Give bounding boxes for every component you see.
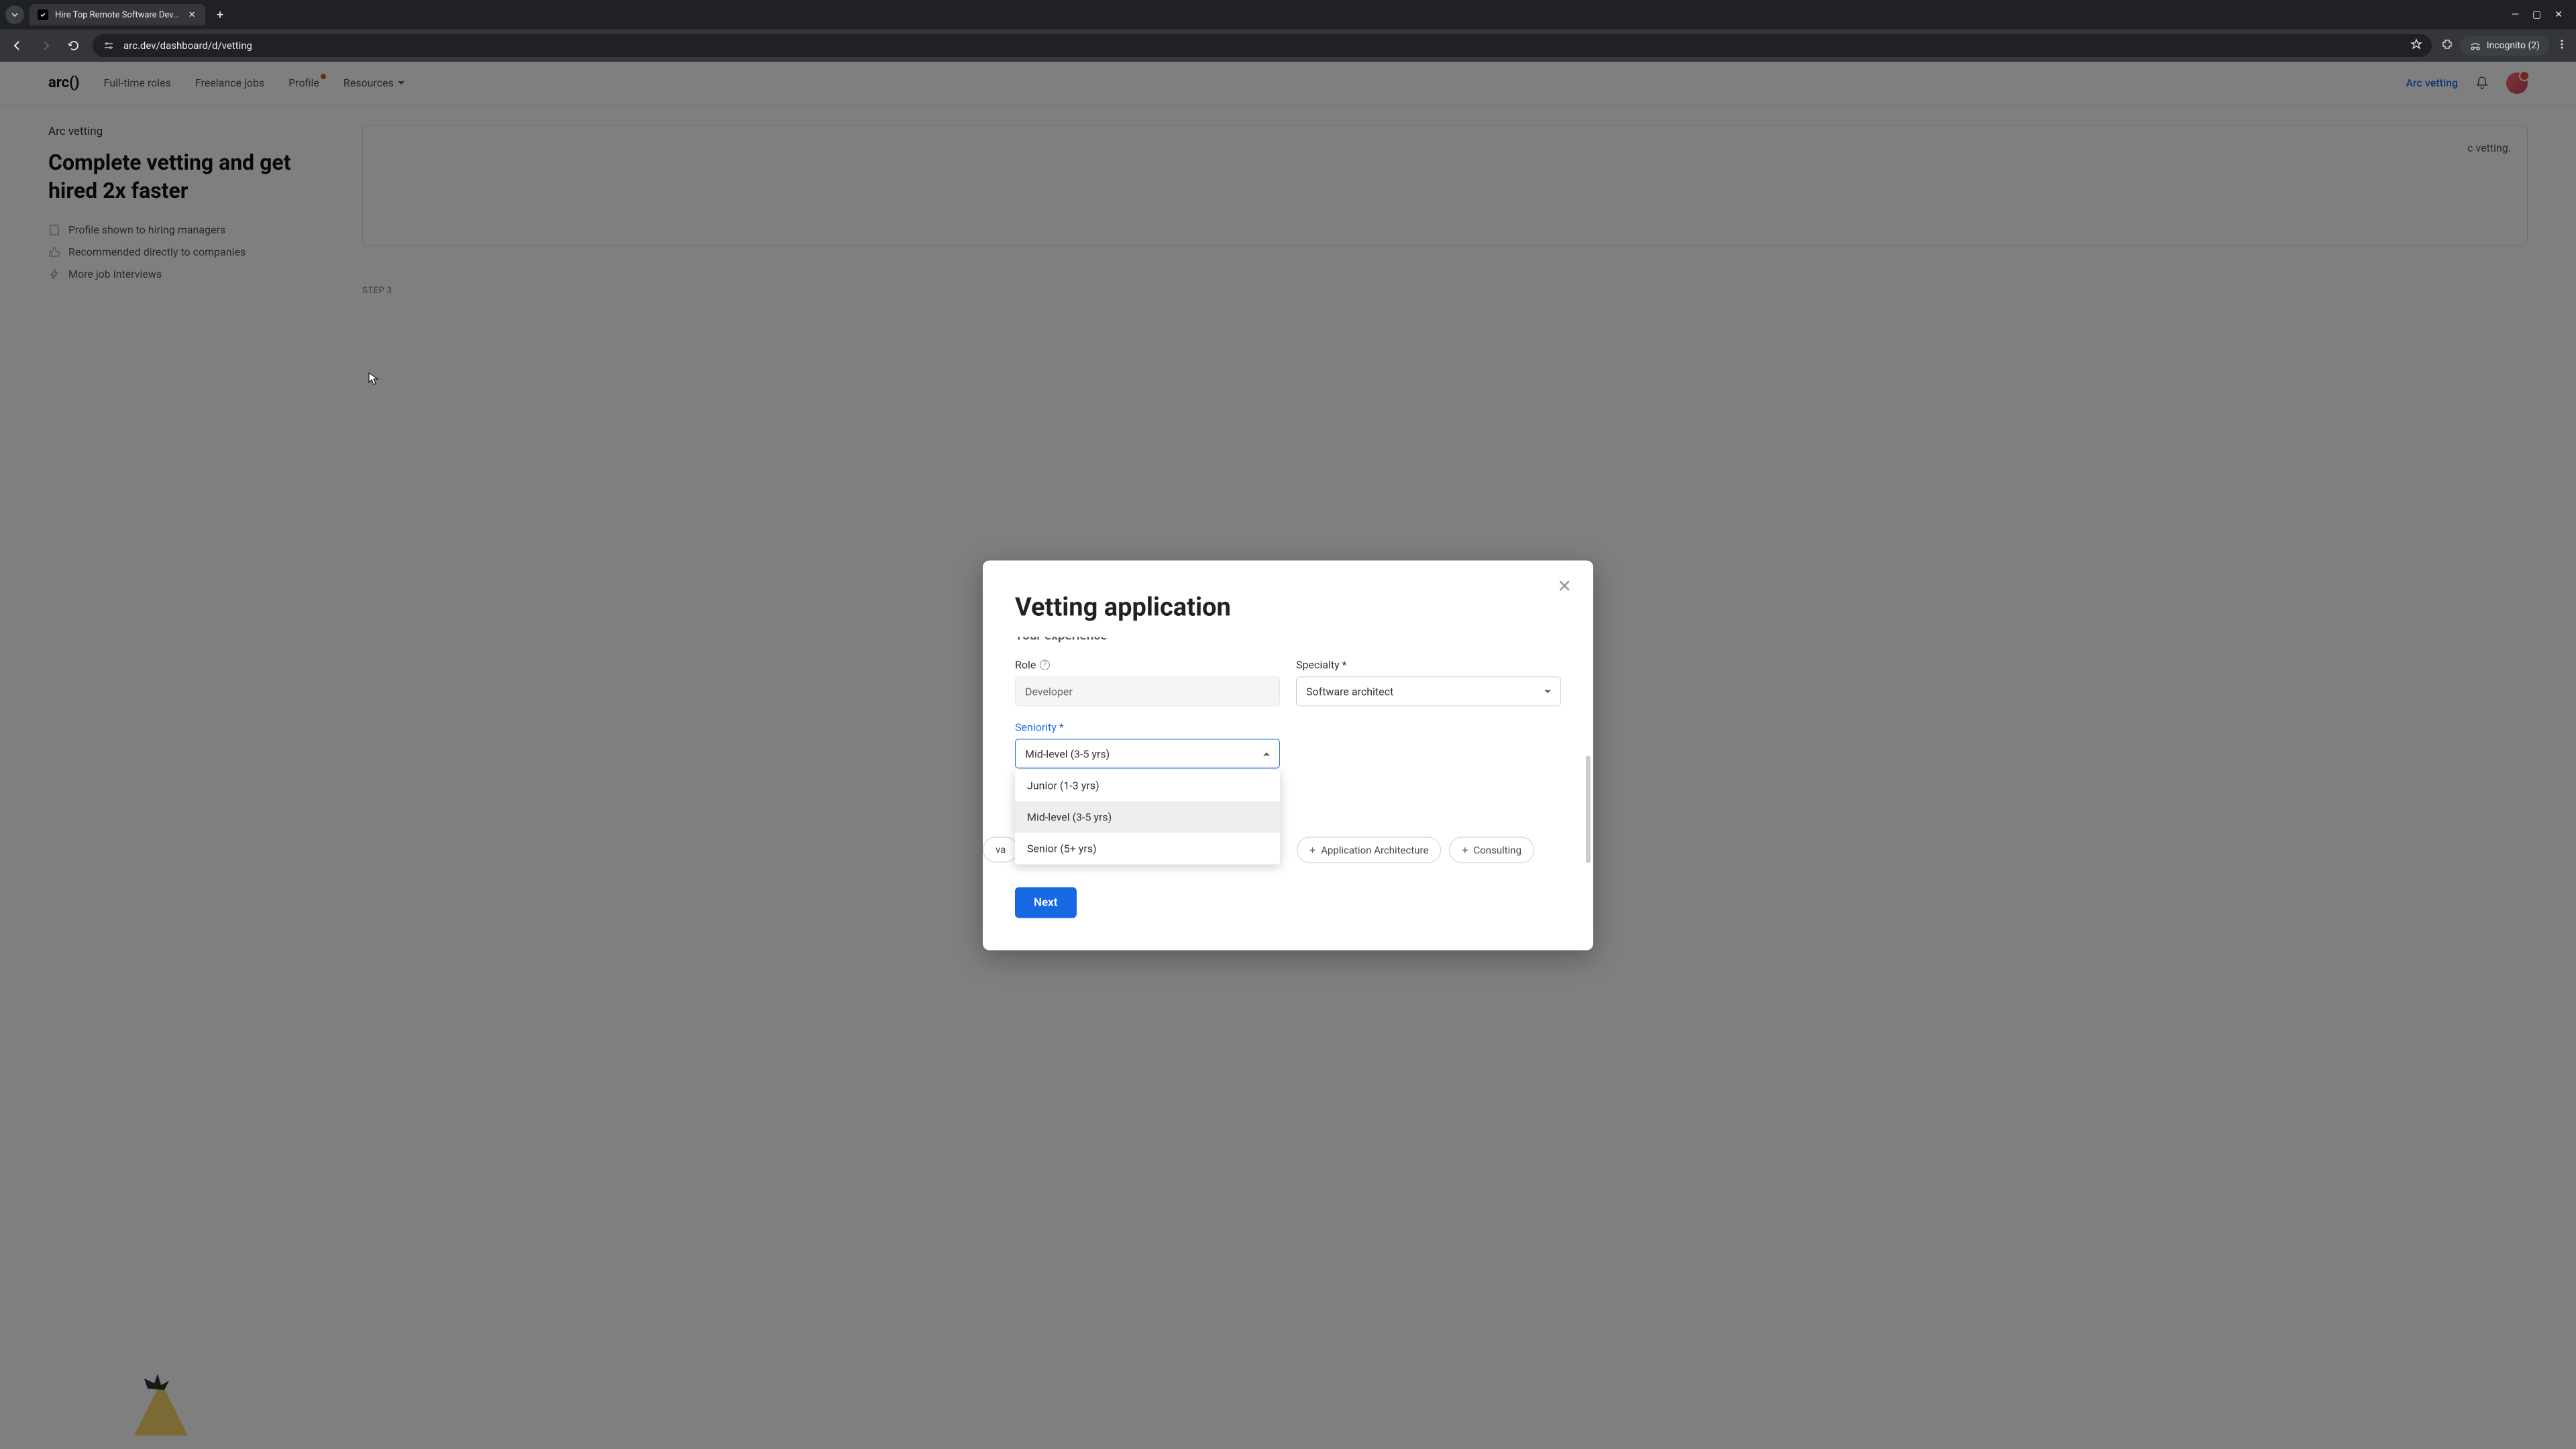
browser-chrome: Hire Top Remote Software Dev... ✕ + — ▢ … — [0, 0, 2576, 62]
page-content: arc() Full-time roles Freelance jobs Pro… — [0, 62, 2576, 1449]
menu-icon[interactable] — [2556, 38, 2568, 53]
skill-chip[interactable]: va — [983, 837, 1018, 863]
browser-tab[interactable]: Hire Top Remote Software Dev... ✕ — [30, 4, 205, 25]
specialty-select[interactable]: Software architect — [1296, 677, 1561, 706]
plus-icon: + — [1462, 844, 1468, 857]
reload-button[interactable] — [64, 36, 83, 55]
address-bar[interactable]: arc.dev/dashboard/d/vetting — [93, 34, 2432, 57]
vetting-modal: ✕ Vetting application Your experience Ro… — [983, 561, 1593, 951]
section-heading: Your experience — [1015, 637, 1561, 647]
skill-chip[interactable]: +Consulting — [1449, 837, 1534, 863]
tab-close-button[interactable]: ✕ — [186, 9, 197, 20]
chevron-up-icon — [1263, 752, 1270, 755]
scrollbar[interactable] — [1586, 755, 1591, 863]
browser-toolbar: arc.dev/dashboard/d/vetting Incognito (2… — [0, 30, 2576, 62]
close-icon[interactable]: ✕ — [1557, 577, 1572, 597]
bookmark-icon[interactable] — [2410, 38, 2422, 53]
url-text: arc.dev/dashboard/d/vetting — [123, 40, 2402, 52]
chevron-down-icon — [1544, 690, 1551, 693]
skill-chip[interactable]: +Application Architecture — [1297, 837, 1441, 863]
seniority-select[interactable]: Mid-level (3-5 yrs) — [1015, 739, 1280, 769]
seniority-option-junior[interactable]: Junior (1-3 yrs) — [1015, 770, 1280, 802]
role-label: Role ? — [1015, 659, 1280, 672]
window-controls: — ▢ ✕ — [2512, 9, 2571, 20]
tab-title: Hire Top Remote Software Dev... — [55, 10, 180, 20]
incognito-icon — [2469, 40, 2481, 52]
tab-bar: Hire Top Remote Software Dev... ✕ + — ▢ … — [0, 0, 2576, 30]
minimize-button[interactable]: — — [2512, 9, 2519, 20]
info-icon[interactable]: ? — [1040, 660, 1050, 670]
maximize-button[interactable]: ▢ — [2532, 9, 2541, 20]
back-button[interactable] — [8, 36, 27, 55]
tab-search-button[interactable] — [5, 5, 24, 24]
incognito-badge[interactable]: Incognito (2) — [2460, 36, 2549, 56]
site-info-icon[interactable] — [102, 39, 115, 52]
seniority-option-senior[interactable]: Senior (5+ yrs) — [1015, 833, 1280, 865]
tab-favicon — [38, 9, 48, 20]
new-tab-button[interactable]: + — [211, 5, 229, 24]
close-window-button[interactable]: ✕ — [2555, 9, 2563, 20]
seniority-option-mid[interactable]: Mid-level (3-5 yrs) — [1015, 802, 1280, 833]
forward-button[interactable] — [36, 36, 55, 55]
plus-icon: + — [1309, 844, 1316, 857]
seniority-dropdown: Junior (1-3 yrs) Mid-level (3-5 yrs) Sen… — [1015, 770, 1280, 865]
role-field: Developer — [1015, 677, 1280, 706]
next-button[interactable]: Next — [1015, 888, 1077, 918]
seniority-label: Seniority * — [1015, 721, 1280, 734]
specialty-label: Specialty * — [1296, 659, 1561, 672]
extensions-icon[interactable] — [2441, 38, 2453, 53]
modal-title: Vetting application — [1015, 593, 1561, 623]
